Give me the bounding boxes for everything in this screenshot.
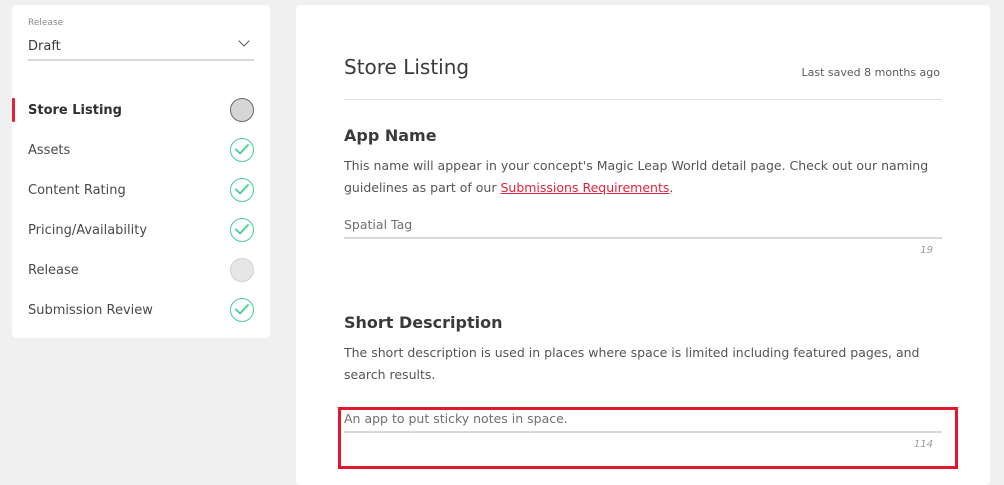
check-circle-icon [230,218,254,242]
short-description-section: Short Description The short description … [344,313,942,450]
sidebar-item-label: Assets [28,142,71,158]
app-name-title: App Name [344,126,437,145]
app-name-description: This name will appear in your concept's … [344,155,942,199]
sidebar-nav: Store Listing Assets Content Rating Pric… [12,90,270,330]
check-circle-icon [230,178,254,202]
sidebar-item-release[interactable]: Release [12,250,270,290]
sidebar-item-assets[interactable]: Assets [12,130,270,170]
release-selector: Release Draft [28,18,254,61]
short-description-title: Short Description [344,313,503,332]
main-panel: Store Listing Last saved 8 months ago Ap… [296,5,990,485]
sidebar-item-label: Content Rating [28,182,126,198]
release-dropdown-value: Draft [28,39,61,54]
short-description-input[interactable]: An app to put sticky notes in space. [344,405,942,433]
sidebar: Release Draft Store Listing Assets Conte… [12,5,270,338]
sidebar-item-label: Store Listing [28,102,122,118]
app-name-section: App Name This name will appear in your c… [344,126,942,256]
sidebar-item-submission-review[interactable]: Submission Review [12,290,270,330]
submissions-requirements-link[interactable]: Submissions Requirements [500,180,669,195]
app-name-input[interactable]: Spatial Tag [344,211,942,239]
sidebar-item-store-listing[interactable]: Store Listing [12,90,270,130]
status-current-icon [230,98,254,122]
app-name-description-end: . [669,180,674,195]
check-circle-icon [230,298,254,322]
status-empty-icon [230,258,254,282]
last-saved-text: Last saved 8 months ago [801,66,940,79]
release-dropdown[interactable]: Draft [28,35,254,61]
chevron-down-icon [238,35,250,47]
check-circle-icon [230,138,254,162]
release-caption: Release [28,18,64,28]
page-header: Store Listing Last saved 8 months ago [344,55,942,100]
sidebar-item-pricing-availability[interactable]: Pricing/Availability [12,210,270,250]
short-description-description: The short description is used in places … [344,345,920,382]
short-description-char-count: 114 [913,439,933,450]
sidebar-item-label: Pricing/Availability [28,222,148,238]
sidebar-item-label: Submission Review [28,302,153,318]
sidebar-item-label: Release [28,262,79,278]
app-name-char-count: 19 [920,245,933,256]
sidebar-item-content-rating[interactable]: Content Rating [12,170,270,210]
